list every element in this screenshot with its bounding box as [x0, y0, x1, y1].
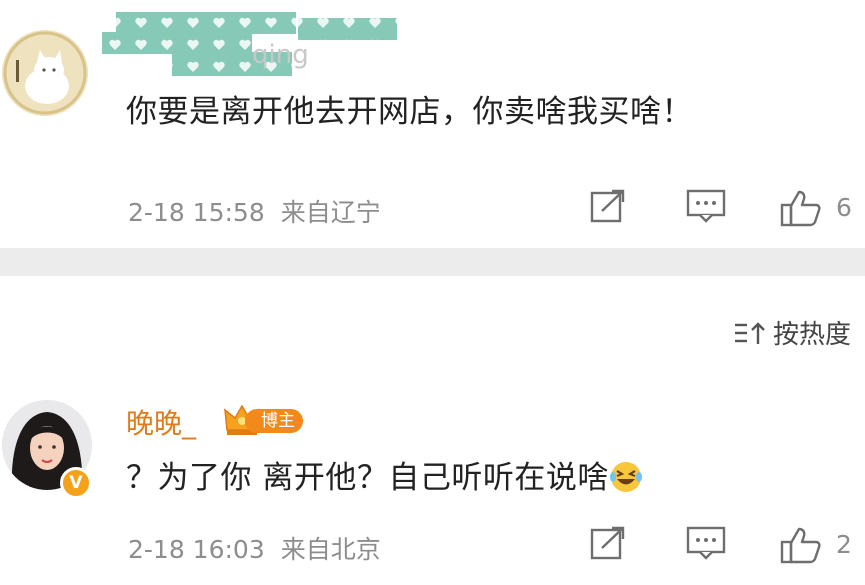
sort-label: 按热度	[772, 320, 851, 350]
like-count: 6	[836, 193, 852, 222]
thumbs-up-icon	[780, 190, 821, 227]
section-divider	[0, 248, 865, 276]
comment-text: 你要是离开他去开网店，你卖啥我买啥！	[126, 94, 693, 130]
sort-by-hot-button[interactable]: 按热度	[733, 314, 851, 351]
comment-source: 来自辽宁	[280, 198, 381, 227]
laughing-tears-emoji	[609, 460, 643, 502]
comment-icon	[686, 189, 726, 223]
username-fragment: qing	[252, 40, 309, 70]
avatar[interactable]	[2, 30, 88, 116]
cat-avatar-image	[2, 30, 88, 116]
verified-badge: V	[60, 467, 92, 499]
comment-source: 来自北京	[280, 535, 381, 564]
thumbs-up-icon	[780, 527, 821, 564]
blogger-badge: 博主	[223, 402, 307, 438]
comment-meta: 2-18 16:03 来自北京	[128, 530, 381, 566]
badge-label: 博主	[245, 409, 303, 433]
comment-time: 2-18 16:03	[128, 535, 265, 564]
share-icon	[590, 189, 625, 223]
comment-button[interactable]	[686, 189, 726, 227]
share-icon	[590, 526, 625, 560]
share-button[interactable]	[590, 189, 626, 227]
comment-text: ？为了你 离开他？自己听听在说啥	[126, 452, 643, 502]
comment-text-body: ？为了你 离开他？自己听听在说啥	[126, 460, 609, 496]
like-button[interactable]	[780, 526, 822, 568]
sort-bar: 按热度	[0, 276, 865, 372]
comment-icon	[686, 526, 726, 560]
comment-meta: 2-18 15:58 来自辽宁	[128, 193, 381, 229]
share-button[interactable]	[590, 526, 626, 564]
comment-time: 2-18 15:58	[128, 198, 265, 227]
comment-button[interactable]	[686, 526, 726, 564]
like-count: 2	[836, 530, 852, 559]
username-blurred[interactable]	[102, 12, 397, 76]
sort-icon	[734, 321, 765, 344]
like-button[interactable]	[780, 189, 822, 231]
comment-item: qing 你要是离开他去开网店，你卖啥我买啥！ 2-18 15:58 来自辽宁 …	[0, 0, 865, 248]
comment-item: V 晚晚_ 博主 ？为了你 离开他？自己听听在说啥 2-18 16:03 来自北…	[0, 372, 865, 585]
username[interactable]: 晚晚_	[126, 402, 196, 442]
